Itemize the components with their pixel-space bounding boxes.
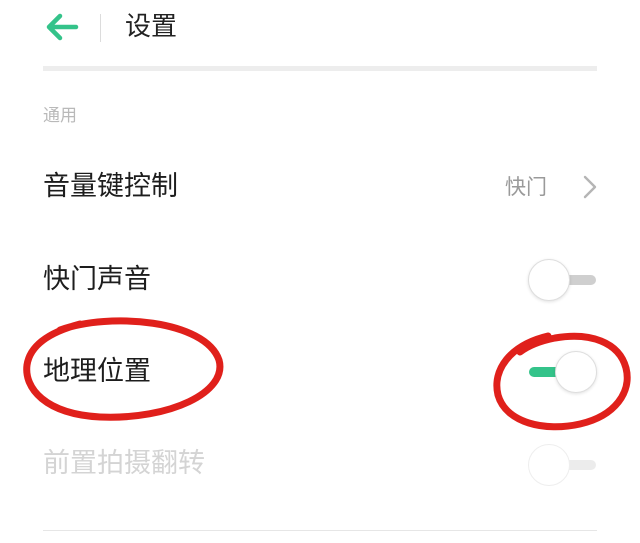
volume-key-control-value: 快门 [505,175,547,199]
page-title: 设置 [125,12,178,42]
location-toggle[interactable] [529,348,599,396]
section-label-general: 通用 [43,106,77,126]
front-camera-mirror-toggle [528,441,598,489]
arrow-left-icon [46,13,79,41]
location-label: 地理位置 [43,356,151,387]
header-separator [43,66,597,71]
front-camera-mirror-label: 前置拍摄翻转 [43,448,205,479]
bottom-divider [43,530,597,531]
camera-settings-page: 设置 通用 音量键控制 快门 快门声音 地理位置 前置拍摄翻转 [0,0,640,543]
shutter-sound-toggle[interactable] [528,256,598,304]
toggle-thumb [528,444,570,486]
back-button[interactable] [44,12,80,42]
chevron-right-icon [583,175,597,199]
toggle-thumb [528,259,570,301]
header-divider [100,14,101,42]
toggle-thumb [555,351,597,393]
shutter-sound-label: 快门声音 [43,264,151,295]
volume-key-control-label: 音量键控制 [43,171,178,202]
